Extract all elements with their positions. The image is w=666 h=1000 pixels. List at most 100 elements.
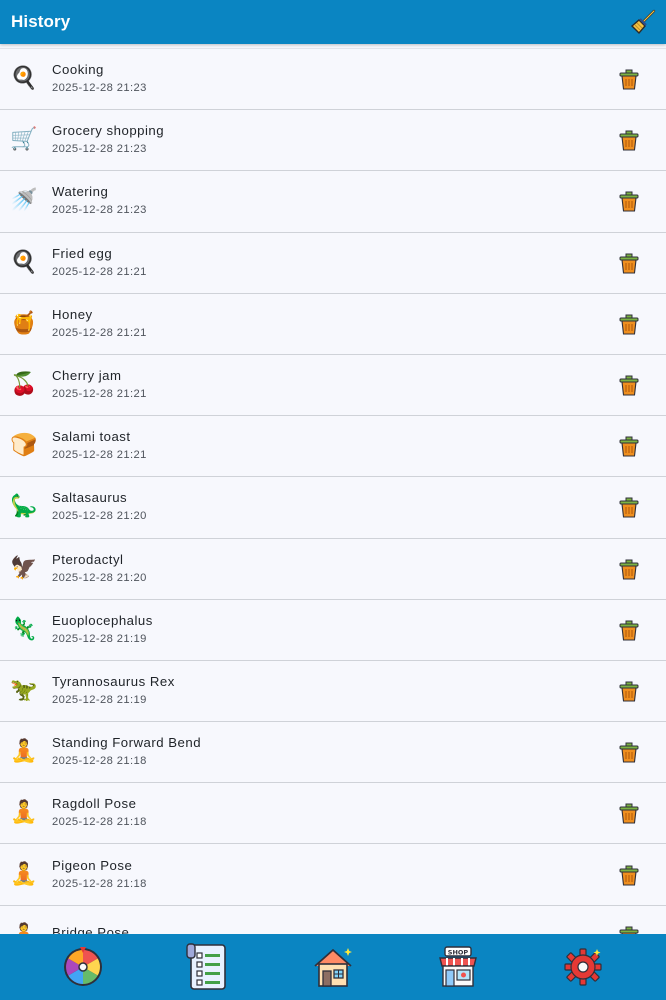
trash-bin-icon <box>619 314 639 335</box>
row-title: Euoplocephalus <box>52 612 153 628</box>
row-timestamp: 2025-12-28 21:23 <box>52 143 147 156</box>
delete-entry-button[interactable] <box>615 922 643 934</box>
row-timestamp: 2025-12-28 21:21 <box>52 449 147 462</box>
row-text: Cooking 2025-12-28 21:23 <box>52 62 615 94</box>
svg-text:SHOP: SHOP <box>448 949 469 957</box>
delete-entry-button[interactable] <box>615 249 643 277</box>
trash-bin-icon <box>619 865 639 886</box>
row-timestamp: 2025-12-28 21:18 <box>52 877 147 890</box>
row-text: Euoplocephalus 2025-12-28 21:19 <box>52 613 615 645</box>
row-title: Cooking <box>52 62 104 78</box>
trash-bin-icon <box>619 926 639 934</box>
nav-tasks[interactable] <box>182 941 234 993</box>
trash-bin-icon <box>619 497 639 518</box>
history-row[interactable]: 🍳 Fried egg 2025-12-28 21:21 <box>0 232 666 294</box>
gear-icon <box>564 948 602 986</box>
delete-entry-button[interactable] <box>615 65 643 93</box>
delete-entry-button[interactable] <box>615 738 643 766</box>
history-row[interactable]: 🧘 Bridge Pose <box>0 905 666 934</box>
row-text: Cherry jam 2025-12-28 21:21 <box>52 368 615 400</box>
row-text: Bridge Pose <box>52 925 615 934</box>
history-row[interactable]: 🧘 Standing Forward Bend 2025-12-28 21:18 <box>0 722 666 784</box>
row-timestamp: 2025-12-28 21:23 <box>52 82 147 95</box>
row-title: Cherry jam <box>52 368 122 384</box>
row-text: Honey 2025-12-28 21:21 <box>52 307 615 339</box>
row-title: Saltasaurus <box>52 490 128 506</box>
nav-settings[interactable] <box>557 941 609 993</box>
row-timestamp: 2025-12-28 21:20 <box>52 571 147 584</box>
row-timestamp: 2025-12-28 21:19 <box>52 693 147 706</box>
history-row[interactable]: 🦕 Saltasaurus 2025-12-28 21:20 <box>0 477 666 539</box>
shop-icon: SHOP <box>439 946 478 987</box>
row-title: Tyrannosaurus Rex <box>52 673 175 689</box>
toast-icon: 🍞 <box>10 433 38 459</box>
row-text: Pterodactyl 2025-12-28 21:20 <box>52 552 615 584</box>
delete-entry-button[interactable] <box>615 187 643 215</box>
history-row[interactable]: 🍒 Cherry jam 2025-12-28 21:21 <box>0 354 666 417</box>
history-row[interactable]: 🛒 Grocery shopping 2025-12-28 21:23 <box>0 110 666 172</box>
row-title: Pterodactyl <box>52 551 124 567</box>
history-row[interactable]: 🦎 Euoplocephalus 2025-12-28 21:19 <box>0 599 666 661</box>
cooking-pan-icon: 🍳 <box>10 66 38 92</box>
row-text: Standing Forward Bend 2025-12-28 21:18 <box>52 735 615 767</box>
row-text: Tyrannosaurus Rex 2025-12-28 21:19 <box>52 674 615 706</box>
history-row[interactable]: 🍳 Cooking 2025-12-28 21:23 <box>0 49 666 111</box>
clear-history-button[interactable] <box>628 7 658 37</box>
history-row[interactable]: 🍯 Honey 2025-12-28 21:21 <box>0 293 666 355</box>
delete-entry-button[interactable] <box>615 861 643 889</box>
row-timestamp: 2025-12-28 21:23 <box>52 204 147 217</box>
row-timestamp: 2025-12-28 21:21 <box>52 326 147 339</box>
history-row[interactable]: 🧘 Pigeon Pose 2025-12-28 21:18 <box>0 844 666 906</box>
row-title: Bridge Pose <box>52 924 130 934</box>
row-text: Ragdoll Pose 2025-12-28 21:18 <box>52 796 615 828</box>
trash-bin-icon <box>619 69 639 90</box>
delete-entry-button[interactable] <box>615 616 643 644</box>
row-title: Salami toast <box>52 429 131 445</box>
history-row[interactable]: 🦖 Tyrannosaurus Rex 2025-12-28 21:19 <box>0 660 666 723</box>
delete-entry-button[interactable] <box>615 126 643 154</box>
history-list: 🍳 Cooking 2025-12-28 21:23 🛒 Grocery shoppin… <box>0 48 666 934</box>
row-timestamp: 2025-12-28 21:19 <box>52 632 147 645</box>
prize-wheel-icon <box>63 947 102 986</box>
history-row[interactable]: 🧘 Ragdoll Pose 2025-12-28 21:18 <box>0 783 666 845</box>
yoga-pose-icon: 🧘 <box>10 861 38 887</box>
trash-bin-icon <box>619 620 639 641</box>
row-title: Ragdoll Pose <box>52 796 137 812</box>
house-icon <box>314 948 352 987</box>
delete-entry-button[interactable] <box>615 371 643 399</box>
delete-entry-button[interactable] <box>615 493 643 521</box>
row-text: Watering 2025-12-28 21:23 <box>52 184 615 216</box>
history-row[interactable]: 🦅 Pterodactyl 2025-12-28 21:20 <box>0 538 666 600</box>
row-timestamp: 2025-12-28 21:21 <box>52 265 147 278</box>
nav-home[interactable] <box>307 941 359 993</box>
delete-entry-button[interactable] <box>615 432 643 460</box>
delete-entry-button[interactable] <box>615 310 643 338</box>
trash-bin-icon <box>619 253 639 274</box>
trash-bin-icon <box>619 742 639 763</box>
row-text: Fried egg 2025-12-28 21:21 <box>52 246 615 278</box>
broom-icon <box>630 9 656 35</box>
nav-wheel[interactable] <box>57 941 109 993</box>
delete-entry-button[interactable] <box>615 799 643 827</box>
sauropod-icon: 🦕 <box>10 494 38 520</box>
shopping-cart-icon: 🛒 <box>10 127 38 153</box>
trash-bin-icon <box>619 130 639 151</box>
history-row[interactable]: 🍞 Salami toast 2025-12-28 21:21 <box>0 416 666 478</box>
page-title: History <box>11 12 71 31</box>
row-title: Standing Forward Bend <box>52 735 202 751</box>
pterodactyl-icon: 🦅 <box>10 555 38 581</box>
row-title: Watering <box>52 184 109 200</box>
trash-bin-icon <box>619 436 639 457</box>
row-title: Pigeon Pose <box>52 857 133 873</box>
yoga-pose-icon: 🧘 <box>10 739 38 765</box>
row-title: Fried egg <box>52 245 113 261</box>
delete-entry-button[interactable] <box>615 677 643 705</box>
history-row[interactable]: 🚿 Watering 2025-12-28 21:23 <box>0 171 666 233</box>
yoga-pose-icon: 🧘 <box>10 800 38 826</box>
trash-bin-icon <box>619 681 639 702</box>
delete-entry-button[interactable] <box>615 555 643 583</box>
t-rex-icon: 🦖 <box>10 677 38 703</box>
nav-shop[interactable]: SHOP <box>432 941 484 993</box>
honey-jar-icon: 🍯 <box>10 310 38 336</box>
row-text: Saltasaurus 2025-12-28 21:20 <box>52 490 615 522</box>
